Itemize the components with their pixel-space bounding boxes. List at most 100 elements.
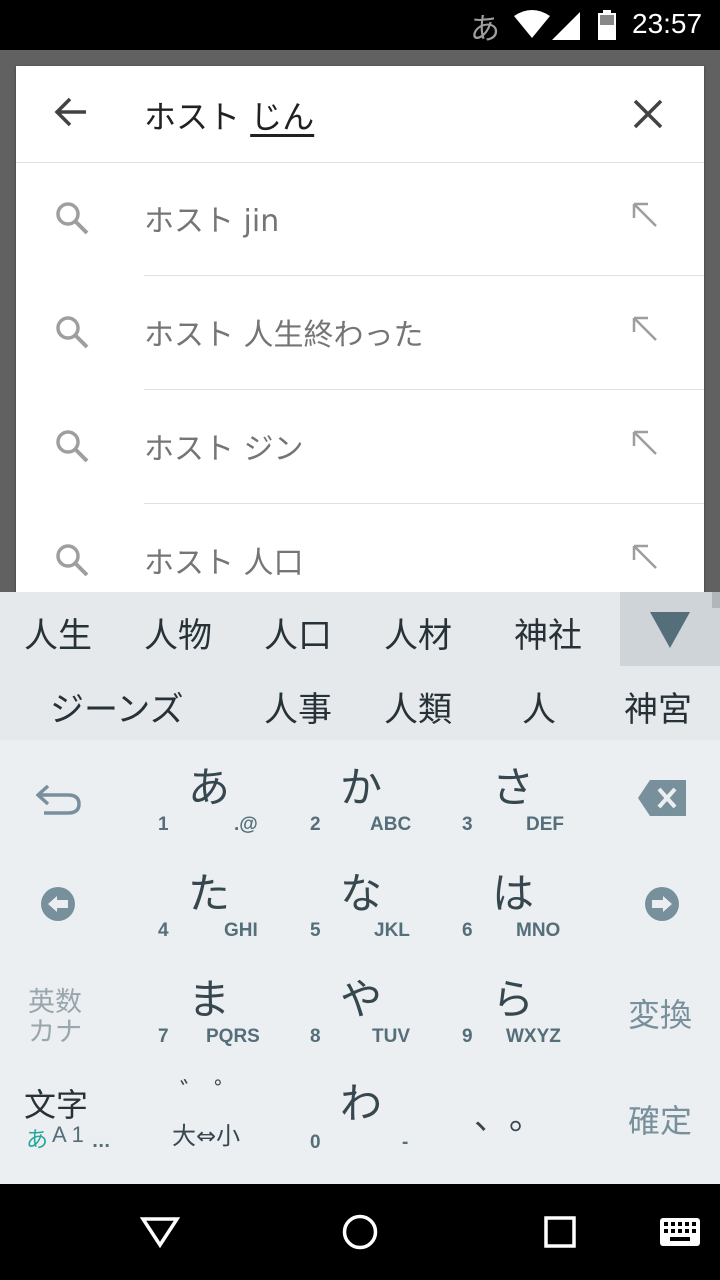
candidate-item[interactable]: 人材 bbox=[384, 608, 452, 657]
candidate-scrollbar[interactable] bbox=[712, 592, 720, 608]
key-alt: .@ bbox=[234, 814, 258, 835]
key-a[interactable]: あ 1 .@ bbox=[140, 740, 290, 846]
candidate-item[interactable]: 人物 bbox=[144, 608, 212, 657]
key-alt: ABC bbox=[370, 814, 412, 835]
punctuation-label: 、。 bbox=[474, 1098, 561, 1138]
search-icon bbox=[56, 316, 89, 349]
navigation-bar bbox=[0, 1184, 720, 1280]
key-na[interactable]: な 5 JKL bbox=[292, 846, 442, 952]
eisu-kana-key[interactable]: 英数 カナ bbox=[10, 972, 110, 1052]
key-alt: MNO bbox=[516, 920, 561, 941]
candidate-item[interactable]: 人類 bbox=[384, 682, 452, 731]
key-kana: か bbox=[340, 763, 383, 812]
key-number: 5 bbox=[310, 920, 321, 941]
key-number: 2 bbox=[310, 814, 321, 835]
home-circle-icon[interactable] bbox=[342, 1214, 378, 1250]
key-number: 6 bbox=[462, 920, 473, 941]
back-triangle-icon[interactable] bbox=[140, 1216, 180, 1248]
suggestion-text: ホスト 人生終わった bbox=[144, 318, 424, 353]
expand-candidates-button[interactable] bbox=[620, 592, 720, 666]
key-ta[interactable]: た 4 GHI bbox=[140, 846, 290, 952]
cursor-right-icon[interactable] bbox=[644, 886, 680, 922]
suggestion-item[interactable]: ホスト 人生終わった bbox=[16, 276, 704, 390]
key-alt: GHI bbox=[224, 920, 258, 941]
candidate-item[interactable]: 神社 bbox=[514, 608, 582, 657]
key-number: 4 bbox=[158, 920, 169, 941]
candidate-item[interactable]: 人口 bbox=[264, 608, 332, 657]
suggestion-text: ホスト jin bbox=[144, 204, 280, 239]
moji-mode-key[interactable]: 文字 あ A 1 ... bbox=[10, 1070, 120, 1170]
candidate-item[interactable]: ジーンズ bbox=[50, 682, 184, 731]
search-panel: ホスト じん ホスト jin ホスト 人生終わった ホスト ジン ホスト 人口 bbox=[16, 66, 704, 606]
close-icon[interactable] bbox=[630, 96, 666, 132]
suggestion-item[interactable]: ホスト jin bbox=[16, 162, 704, 276]
key-sa[interactable]: さ 3 DEF bbox=[444, 740, 594, 846]
key-ma[interactable]: ま 7 PQRS bbox=[140, 952, 290, 1058]
battery-icon bbox=[598, 10, 616, 40]
moji-label: 文字 bbox=[24, 1086, 89, 1124]
status-bar: あ 23:57 bbox=[0, 0, 720, 50]
key-alt: WXYZ bbox=[506, 1026, 561, 1047]
arrow-up-left-icon[interactable] bbox=[630, 314, 660, 344]
search-bar: ホスト じん bbox=[16, 66, 704, 163]
dakuten-label: ゛ ゜ bbox=[180, 1078, 241, 1108]
key-alt: TUV bbox=[372, 1026, 410, 1047]
key-kana: あ bbox=[188, 763, 231, 812]
key-alt: DEF bbox=[526, 814, 564, 835]
triangle-down-icon bbox=[650, 612, 690, 648]
key-ra[interactable]: ら 9 WXYZ bbox=[444, 952, 594, 1058]
key-ha[interactable]: は 6 MNO bbox=[444, 846, 594, 952]
key-ya[interactable]: や 8 TUV bbox=[292, 952, 442, 1058]
keyboard-icon[interactable] bbox=[660, 1218, 700, 1246]
key-number: 0 bbox=[310, 1132, 321, 1153]
undo-icon[interactable] bbox=[36, 782, 82, 816]
punctuation-key[interactable]: 、。 bbox=[444, 1058, 594, 1164]
key-kana: や bbox=[340, 975, 383, 1024]
mode-latin-label: A 1 bbox=[52, 1122, 84, 1147]
key-number: 9 bbox=[462, 1026, 473, 1047]
key-number: 1 bbox=[158, 814, 169, 835]
search-query-composing: じん bbox=[250, 98, 315, 136]
key-number: 8 bbox=[310, 1026, 321, 1047]
ime-candidate-bar: 人生 人物 人口 人材 神社 ジーンズ 人事 人類 人 神宮 bbox=[0, 592, 720, 740]
search-query-text: ホスト bbox=[144, 98, 251, 136]
candidate-item[interactable]: 人事 bbox=[264, 682, 332, 731]
key-number: 3 bbox=[462, 814, 473, 835]
backspace-icon[interactable] bbox=[636, 778, 688, 818]
cursor-left-icon[interactable] bbox=[40, 886, 76, 922]
key-wa[interactable]: わ 0 - bbox=[292, 1058, 442, 1164]
key-alt: - bbox=[402, 1132, 409, 1153]
candidate-item[interactable]: 人生 bbox=[24, 608, 92, 657]
ime-indicator: あ bbox=[470, 12, 500, 47]
dakuten-key[interactable]: ゛ ゜ 大⇔小 bbox=[140, 1058, 290, 1164]
key-kana: ま bbox=[188, 975, 231, 1024]
henkan-key[interactable]: 変換 bbox=[628, 990, 692, 1036]
key-alt: JKL bbox=[374, 920, 410, 941]
arrow-left-icon[interactable] bbox=[52, 94, 88, 130]
key-number: 7 bbox=[158, 1026, 169, 1047]
size-toggle-label: 大⇔小 bbox=[172, 1122, 241, 1150]
arrow-up-left-icon[interactable] bbox=[630, 200, 660, 230]
key-kana: た bbox=[188, 869, 231, 918]
kakutei-key[interactable]: 確定 bbox=[628, 1096, 692, 1142]
candidate-item[interactable]: 人 bbox=[522, 682, 556, 731]
key-alt: PQRS bbox=[206, 1026, 260, 1047]
suggestion-text: ホスト ジン bbox=[144, 432, 304, 467]
kana-label: カナ bbox=[28, 1017, 82, 1048]
suggestion-text: ホスト 人口 bbox=[144, 546, 304, 581]
arrow-up-left-icon[interactable] bbox=[630, 428, 660, 458]
search-icon bbox=[56, 202, 89, 235]
search-icon bbox=[56, 430, 89, 463]
recents-square-icon[interactable] bbox=[544, 1216, 576, 1248]
suggestion-item[interactable]: ホスト ジン bbox=[16, 390, 704, 504]
key-ka[interactable]: か 2 ABC bbox=[292, 740, 442, 846]
key-kana: は bbox=[492, 869, 535, 918]
key-kana: さ bbox=[492, 763, 535, 812]
key-kana: わ bbox=[340, 1079, 383, 1128]
mode-more-label: ... bbox=[92, 1132, 111, 1151]
search-input[interactable]: ホスト じん bbox=[144, 92, 314, 138]
flick-keyboard: あ 1 .@ か 2 ABC さ 3 DEF た 4 GHI な 5 JKL は… bbox=[0, 740, 720, 1184]
wifi-icon bbox=[514, 10, 550, 38]
candidate-item[interactable]: 神宮 bbox=[624, 682, 692, 731]
arrow-up-left-icon[interactable] bbox=[630, 542, 660, 572]
